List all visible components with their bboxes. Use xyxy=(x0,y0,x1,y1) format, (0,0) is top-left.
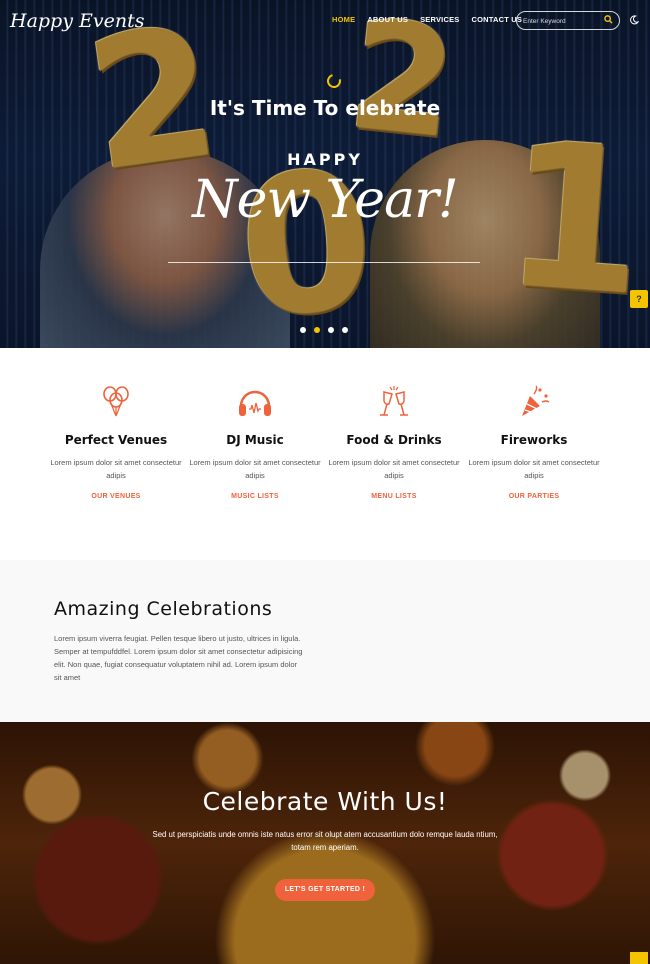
about-text: Lorem ipsum viverra feugiat. Pellen tesq… xyxy=(54,634,303,682)
feature-description: Lorem ipsum dolor sit amet consectetur a… xyxy=(468,458,600,480)
hero-divider xyxy=(168,262,480,263)
search-box xyxy=(516,11,620,30)
search-icon[interactable] xyxy=(604,15,613,24)
feature-description: Lorem ipsum dolor sit amet consectetur a… xyxy=(328,458,460,480)
headphones-icon xyxy=(239,390,271,416)
main-menu: HOME ABOUT US SERVICES CONTACT US xyxy=(332,15,522,24)
cta-title: Celebrate With Us! xyxy=(202,787,448,816)
our-venues-link[interactable]: OUR VENUES xyxy=(46,493,186,500)
party-popper-icon xyxy=(522,385,550,416)
feature-title: DJ Music xyxy=(226,433,284,447)
menu-item-contact[interactable]: CONTACT US xyxy=(472,15,523,24)
slider-dot[interactable] xyxy=(300,327,306,333)
feature-description: Lorem ipsum dolor sit amet consectetur a… xyxy=(189,458,321,480)
search-input[interactable] xyxy=(523,15,603,27)
slider-dot-active[interactable] xyxy=(314,327,320,333)
dark-mode-moon-icon[interactable] xyxy=(629,15,639,25)
feature-title: Perfect Venues xyxy=(64,433,168,447)
get-started-button[interactable]: LET'S GET STARTED ! xyxy=(275,879,375,901)
side-settings-button[interactable]: ? xyxy=(630,290,648,308)
feature-description: Lorem ipsum dolor sit amet consectetur a… xyxy=(50,458,182,480)
menu-lists-link[interactable]: MENU LISTS xyxy=(324,493,464,500)
balloons-icon xyxy=(103,386,129,417)
our-parties-link[interactable]: OUR PARTIES xyxy=(464,493,604,500)
feature-title: Food & Drinks xyxy=(346,433,442,447)
site-logo[interactable]: Happy Events xyxy=(10,10,144,32)
cta-section: Celebrate With Us! Sed ut perspiciatis u… xyxy=(0,722,650,964)
champagne-icon xyxy=(380,386,408,416)
about-title: Amazing Celebrations xyxy=(54,598,273,620)
cta-text: Sed ut perspiciatis unde omnis iste natu… xyxy=(152,830,498,852)
music-lists-link[interactable]: MUSIC LISTS xyxy=(185,493,325,500)
features-section: Perfect Venues Lorem ipsum dolor sit ame… xyxy=(0,348,650,560)
slider-dot[interactable] xyxy=(328,327,334,333)
menu-item-services[interactable]: SERVICES xyxy=(420,15,459,24)
about-section: Amazing Celebrations Lorem ipsum viverra… xyxy=(0,560,650,722)
slider-dots xyxy=(300,327,348,333)
feature-title: Fireworks xyxy=(500,433,568,447)
hero-new-year-text: New Year! xyxy=(192,170,459,230)
menu-item-about[interactable]: ABOUT US xyxy=(367,15,408,24)
scroll-top-button[interactable] xyxy=(630,952,648,964)
top-nav: Happy Events HOME ABOUT US SERVICES CONT… xyxy=(0,0,650,42)
slider-dot[interactable] xyxy=(342,327,348,333)
hero-happy-text: HAPPY xyxy=(287,150,363,169)
menu-item-home[interactable]: HOME xyxy=(332,15,355,24)
hero-title: It's Time To elebrate xyxy=(209,96,441,120)
